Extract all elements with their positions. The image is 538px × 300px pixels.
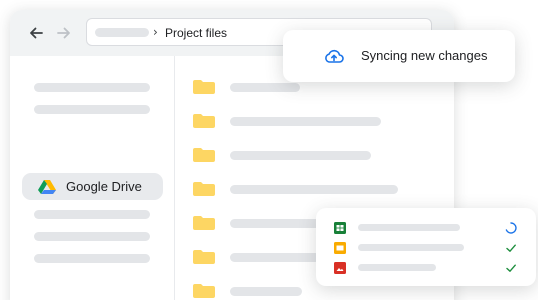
cloud-sync-icon bbox=[325, 49, 344, 63]
syncing-spinner-icon bbox=[505, 222, 517, 234]
folder-row[interactable] bbox=[175, 180, 454, 200]
google-sheets-icon bbox=[334, 222, 346, 234]
upload-item-sheets[interactable] bbox=[316, 221, 536, 235]
image-file-icon bbox=[334, 262, 346, 274]
folder-icon bbox=[193, 284, 215, 298]
upload-item-image[interactable] bbox=[316, 261, 536, 275]
folder-icon bbox=[193, 148, 215, 162]
file-name-placeholder bbox=[358, 244, 464, 251]
forward-button[interactable] bbox=[54, 23, 74, 43]
upload-item-slides[interactable] bbox=[316, 241, 536, 255]
google-slides-icon bbox=[334, 242, 346, 254]
sidebar-item-label: Google Drive bbox=[66, 179, 142, 194]
sidebar: Google Drive bbox=[10, 56, 175, 300]
checkmark-icon bbox=[506, 244, 516, 252]
sidebar-item-placeholder[interactable] bbox=[34, 83, 150, 92]
sidebar-item-placeholder[interactable] bbox=[34, 210, 150, 219]
path-separator: › bbox=[153, 25, 158, 39]
sidebar-item-placeholder[interactable] bbox=[34, 105, 150, 114]
folder-row[interactable] bbox=[175, 146, 454, 166]
file-name-placeholder bbox=[358, 264, 436, 271]
arrow-forward-icon bbox=[57, 27, 70, 39]
arrow-back-icon bbox=[30, 27, 43, 39]
folder-icon bbox=[193, 182, 215, 196]
current-folder-path: Project files bbox=[165, 26, 228, 40]
sidebar-item-placeholder[interactable] bbox=[34, 232, 150, 241]
folder-name-placeholder bbox=[230, 83, 300, 92]
folder-icon bbox=[193, 250, 215, 264]
sidebar-item-google-drive[interactable]: Google Drive bbox=[22, 173, 163, 200]
folder-name-placeholder bbox=[230, 287, 302, 296]
folder-name-placeholder bbox=[230, 253, 320, 262]
folder-name-placeholder bbox=[230, 219, 320, 228]
checkmark-icon bbox=[506, 264, 516, 272]
folder-row[interactable] bbox=[175, 112, 454, 132]
folder-icon bbox=[193, 80, 215, 94]
file-name-placeholder bbox=[358, 224, 460, 231]
back-button[interactable] bbox=[26, 23, 46, 43]
sync-status-text: Syncing new changes bbox=[361, 48, 488, 63]
path-placeholder-bar bbox=[95, 28, 149, 37]
sidebar-item-placeholder[interactable] bbox=[34, 254, 150, 263]
sync-notification: Syncing new changes bbox=[283, 30, 515, 82]
folder-name-placeholder bbox=[230, 151, 371, 160]
google-drive-icon bbox=[38, 180, 56, 194]
folder-icon bbox=[193, 216, 215, 230]
folder-icon bbox=[193, 114, 215, 128]
folder-name-placeholder bbox=[230, 117, 381, 126]
upload-progress-panel bbox=[316, 208, 536, 286]
folder-name-placeholder bbox=[230, 185, 398, 194]
